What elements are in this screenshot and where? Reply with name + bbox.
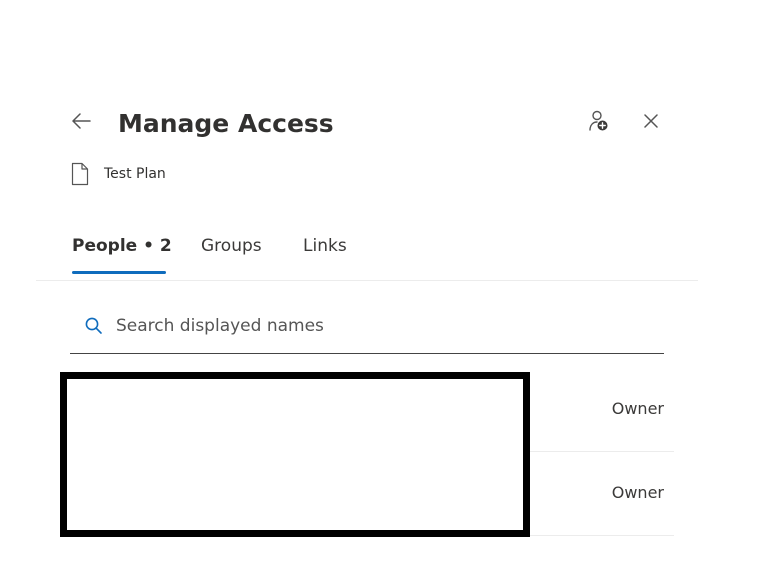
page-title: Manage Access (118, 109, 334, 138)
role-label: Owner (611, 399, 664, 418)
file-name: Test Plan (104, 166, 166, 182)
tab-links[interactable]: Links (303, 232, 347, 260)
search-input[interactable] (116, 310, 636, 342)
tab-people[interactable]: People • 2 (72, 232, 172, 260)
search-box[interactable] (70, 306, 664, 354)
close-icon (644, 114, 658, 128)
arrow-left-icon (72, 113, 91, 129)
add-person-button[interactable] (584, 106, 614, 136)
tabs-divider (36, 280, 698, 281)
close-button[interactable] (636, 106, 666, 136)
selected-tab-indicator (72, 271, 166, 274)
tab-groups[interactable]: Groups (201, 232, 262, 260)
back-button[interactable] (66, 106, 96, 136)
add-person-icon (589, 110, 608, 131)
role-label: Owner (611, 483, 664, 502)
search-icon (84, 316, 104, 336)
redaction-box (60, 372, 530, 537)
document-icon (70, 162, 90, 186)
